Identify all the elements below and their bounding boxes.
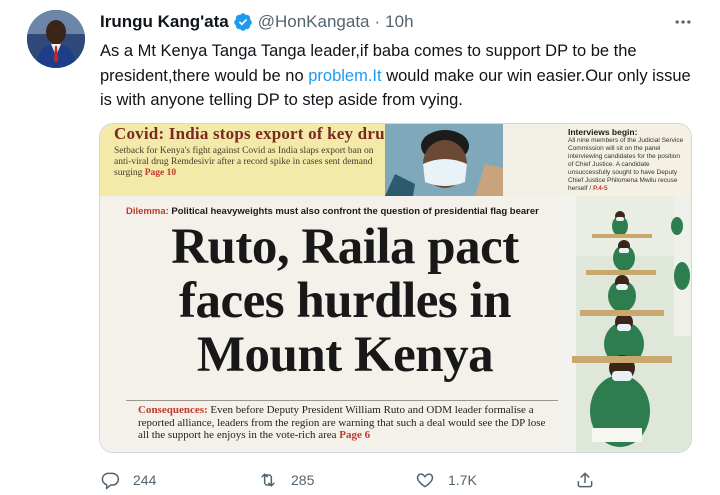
separator: · <box>374 12 381 31</box>
tweet-link[interactable]: problem.It <box>308 67 381 85</box>
tweet-image[interactable]: Covid: India stops export of key drug Se… <box>99 123 692 453</box>
handle[interactable]: @HonKangata <box>258 12 370 32</box>
tweet-header: Irungu Kang'ata @HonKangata · 10h <box>100 10 414 34</box>
reply-count: 244 <box>133 472 157 488</box>
avatar[interactable] <box>27 10 85 68</box>
retweet-count: 285 <box>291 472 315 488</box>
newspaper-kicker-label: Dilemma: <box>126 206 169 217</box>
tweet-actions: 244 285 1.7K <box>100 468 700 495</box>
newspaper-side-title: Interviews begin: <box>568 127 638 137</box>
newspaper-top-photo <box>385 124 503 196</box>
headline-line-2: faces hurdles in <box>178 273 512 329</box>
newspaper-kicker: Dilemma: Political heavyweights must als… <box>126 206 539 217</box>
newspaper-top-headline: Covid: India stops export of key drug <box>114 124 394 143</box>
more-button[interactable] <box>666 8 700 36</box>
newspaper-bottom-text: Consequences: Even before Deputy Preside… <box>138 404 558 442</box>
newspaper-side-body-text: All nine members of the Judicial Service… <box>568 137 684 192</box>
reply-icon <box>101 472 120 490</box>
newspaper-top-sub: Setback for Kenya's fight against Covid … <box>114 146 374 179</box>
newspaper-top-sub-page: Page 10 <box>144 168 177 178</box>
headline-line-1: Ruto, Raila pact <box>171 219 519 275</box>
newspaper-side-body: All nine members of the Judicial Service… <box>568 137 687 193</box>
more-icon <box>675 20 691 24</box>
newspaper-classroom-photo <box>562 196 691 452</box>
newspaper-kicker-text: Political heavyweights must also confron… <box>168 206 539 217</box>
headline-line-3: Mount Kenya <box>196 327 494 383</box>
like-count: 1.7K <box>448 472 477 488</box>
share-button[interactable] <box>575 468 595 492</box>
retweet-button[interactable]: 285 <box>258 468 314 492</box>
reply-button[interactable]: 244 <box>100 468 156 492</box>
newspaper-headline: Ruto, Raila pact faces hurdles in Mount … <box>120 220 570 382</box>
display-name[interactable]: Irungu Kang'ata <box>100 12 229 32</box>
newspaper-sidebox: Interviews begin: All nine members of th… <box>562 124 691 196</box>
tweet-text: As a Mt Kenya Tanga Tanga leader,if baba… <box>100 39 700 113</box>
newspaper-rule <box>126 400 558 401</box>
timestamp[interactable]: 10h <box>385 12 413 32</box>
verified-badge-icon <box>233 12 253 32</box>
like-icon <box>416 473 434 488</box>
newspaper-bottom-page: Page 6 <box>339 429 371 441</box>
tweet[interactable]: Irungu Kang'ata @HonKangata · 10h As a M… <box>0 0 720 495</box>
newspaper-bottom-label: Consequences: <box>138 404 208 416</box>
retweet-icon <box>261 473 275 487</box>
like-button[interactable]: 1.7K <box>415 468 477 492</box>
share-icon <box>577 472 593 488</box>
newspaper-side-page: P.4-5 <box>592 185 608 192</box>
